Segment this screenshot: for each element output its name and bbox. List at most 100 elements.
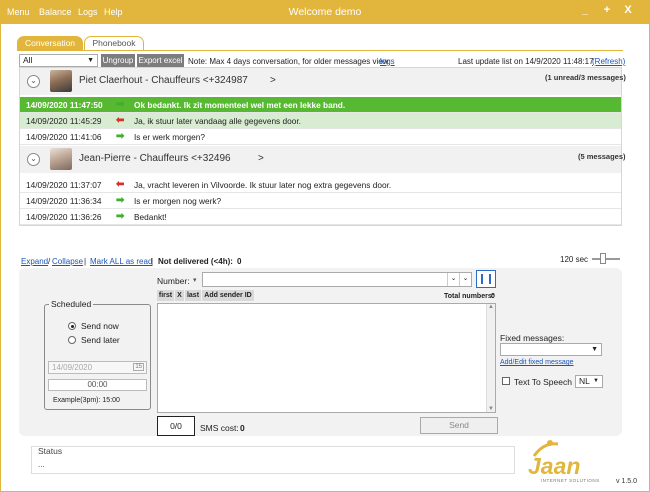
message-text: Ok bedankt. Ik zit momenteel wel met een… [134, 100, 346, 110]
collapse-icon[interactable]: ⌄ [27, 153, 40, 166]
column-x[interactable]: X [175, 290, 184, 301]
tts-checkbox[interactable] [502, 377, 510, 385]
filter-select[interactable]: All ▼ [19, 54, 98, 67]
message-text: Ja, ik stuur later vandaag alle gegevens… [134, 116, 301, 126]
chevron-down-icon: ▼ [591, 346, 598, 353]
column-sender-id[interactable]: Add sender ID [202, 290, 254, 301]
contacts-book-icon[interactable] [476, 270, 496, 288]
maximize-button[interactable]: + [599, 4, 615, 16]
title-bar: Menu Balance Logs Help Welcome demo _ + … [0, 0, 650, 24]
separator: / [48, 257, 51, 266]
interval-label: 120 sec [560, 255, 589, 264]
version-text: v 1.5.0 [616, 478, 638, 485]
message-time: 14/09/2020 11:36:26 [26, 212, 102, 222]
not-delivered-count: 0 [237, 257, 242, 266]
fixed-messages-label: Fixed messages: [500, 333, 565, 343]
send-later-label[interactable]: Send later [81, 335, 120, 345]
history-note: Note: Max 4 days conversation, for older… [188, 57, 389, 66]
time-field[interactable]: 00:00 [48, 379, 147, 391]
date-placeholder: 14/09/2020 [52, 363, 93, 372]
outgoing-arrow-icon: ⬅ [116, 179, 125, 190]
calendar-icon[interactable]: 15 [133, 363, 144, 371]
add-edit-fixed-link[interactable]: Add/Edit fixed message [500, 359, 574, 366]
tab-phonebook[interactable]: Phonebook [84, 36, 144, 51]
message-row[interactable]: 14/09/2020 11:36:26 ➡ Bedankt! [20, 209, 621, 225]
message-row[interactable]: 14/09/2020 11:47:50 ➡ Ok bedankt. Ik zit… [20, 97, 621, 113]
logs-link[interactable]: logs [380, 57, 395, 66]
message-textarea[interactable]: ▲ ▼ [157, 303, 496, 413]
char-count: 0/0 [157, 416, 195, 436]
message-row[interactable]: 14/09/2020 11:36:34 ➡ Is er morgen nog w… [20, 193, 621, 209]
send-now-radio[interactable] [68, 322, 76, 330]
avatar [50, 70, 72, 92]
sms-cost-value: 0 [240, 423, 245, 433]
message-time: 14/09/2020 11:41:06 [26, 132, 102, 142]
message-time: 14/09/2020 11:36:34 [26, 196, 102, 206]
last-update-text: Last update list on 14/9/2020 11:48:17 [458, 57, 594, 66]
incoming-arrow-icon: ➡ [116, 99, 125, 110]
date-field[interactable]: 14/09/2020 15 [48, 361, 147, 374]
time-example: Example(3pm): 15:00 [53, 397, 120, 404]
message-count: (1 unread/3 messages) [545, 73, 626, 82]
window-title: Welcome demo [288, 6, 362, 18]
scheduled-title: Scheduled [49, 299, 94, 309]
message-time: 14/09/2020 11:47:50 [26, 100, 103, 110]
chevron-down-icon: ▼ [593, 378, 599, 384]
scrollbar[interactable]: ▲ ▼ [486, 304, 495, 412]
message-text: Ja, vracht leveren in Vilvoorde. Ik stuu… [134, 180, 392, 190]
chevron-down-icon: ▼ [87, 57, 94, 64]
logo-text: Jaan [528, 453, 581, 479]
refresh-link[interactable]: (Refresh) [592, 57, 625, 66]
book-icon-shape [481, 274, 491, 284]
export-excel-button[interactable]: Export excel [137, 54, 184, 68]
column-first[interactable]: first [157, 290, 174, 301]
interval-slider-thumb[interactable] [600, 253, 606, 264]
status-box: Status ... [31, 446, 515, 474]
status-label: Status [38, 446, 63, 456]
total-numbers-value: 0 [491, 293, 495, 300]
scroll-down-icon[interactable]: ▼ [488, 406, 494, 412]
separator: | [84, 257, 87, 266]
status-value: ... [38, 460, 45, 469]
collapse-icon[interactable]: ⌄ [27, 75, 40, 88]
separator: | [151, 257, 154, 266]
scheduled-group [44, 304, 151, 410]
close-button[interactable]: X [620, 4, 636, 16]
not-delivered-label: Not delivered (<4h): [158, 257, 233, 266]
minimize-button[interactable]: _ [577, 4, 593, 16]
chevron-down-icon[interactable]: ⌄ [459, 273, 471, 286]
tts-label[interactable]: Text To Speech [514, 377, 572, 387]
incoming-arrow-icon: ➡ [116, 211, 125, 222]
contact-name-end: > [270, 75, 276, 86]
incoming-arrow-icon: ➡ [116, 195, 125, 206]
message-row[interactable]: 14/09/2020 11:45:29 ⬅ Ja, ik stuur later… [20, 113, 621, 129]
tab-underline [17, 50, 623, 51]
tab-conversation[interactable]: Conversation [17, 36, 83, 51]
send-button[interactable]: Send [420, 417, 498, 434]
message-row[interactable]: 14/09/2020 11:41:06 ➡ Is er werk morgen? [20, 129, 621, 145]
message-text: Is er werk morgen? [134, 132, 206, 142]
send-now-label[interactable]: Send now [81, 321, 119, 331]
column-last[interactable]: last [185, 290, 201, 301]
collapse-link[interactable]: Collapse [52, 257, 83, 266]
mark-all-read-link[interactable]: Mark ALL as read [90, 257, 152, 266]
filter-value: All [23, 55, 33, 65]
message-row[interactable]: 14/09/2020 11:37:07 ⬅ Ja, vracht leveren… [20, 177, 621, 193]
expand-link[interactable]: Expand [21, 257, 48, 266]
message-count: (5 messages) [578, 152, 626, 161]
contact-name: Piet Claerhout - Chauffeurs <+324987 [79, 75, 248, 86]
ungroup-button[interactable]: Ungroup [101, 54, 135, 68]
scroll-up-icon[interactable]: ▲ [488, 304, 494, 310]
send-later-radio[interactable] [68, 336, 76, 344]
number-label: Number: [157, 276, 190, 286]
avatar [50, 148, 72, 170]
incoming-arrow-icon: ➡ [116, 131, 125, 142]
interval-slider-track[interactable] [592, 258, 620, 260]
outgoing-arrow-icon: ⬅ [116, 115, 125, 126]
total-numbers-label: Total numbers: [444, 293, 495, 300]
chevron-down-icon[interactable]: ⌄ [447, 273, 459, 286]
tts-language-select[interactable]: NL ▼ [575, 375, 603, 388]
logo-subtitle: INTERNET SOLUTIONS [541, 478, 600, 483]
fixed-messages-select[interactable]: ▼ [500, 343, 602, 356]
number-input[interactable]: ⌄ ⌄ [202, 272, 472, 287]
